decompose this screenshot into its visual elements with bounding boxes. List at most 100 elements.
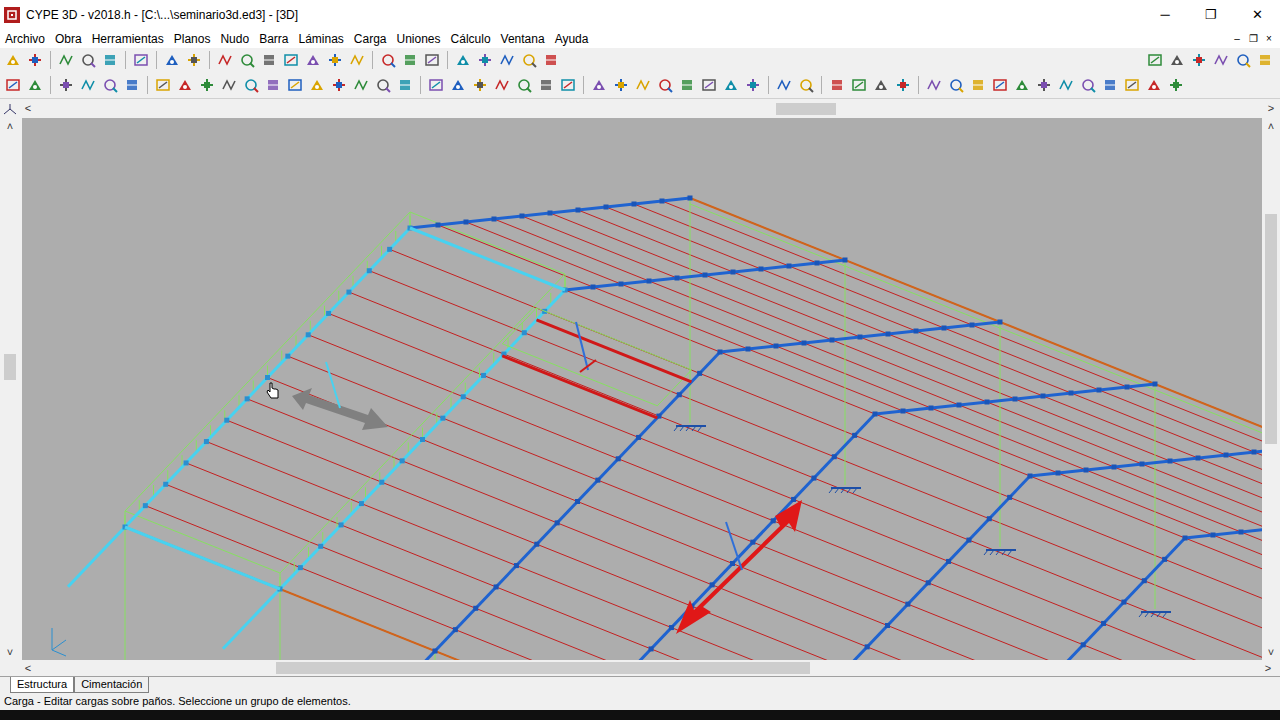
toolbar-tool-icon[interactable]	[425, 74, 447, 96]
bottom-scrollbar[interactable]: <>	[0, 660, 1280, 676]
3d-viewport[interactable]	[22, 118, 1262, 660]
toolbar-tool-icon[interactable]	[967, 74, 989, 96]
toolbar-tool-icon[interactable]	[399, 49, 421, 71]
toolbar-tool-icon[interactable]	[2, 49, 24, 71]
scroll-left-button[interactable]: <	[20, 660, 36, 677]
toolbar-tool-icon[interactable]	[870, 74, 892, 96]
toolbar-tool-icon[interactable]	[496, 49, 518, 71]
tab[interactable]: Cimentación	[74, 677, 149, 693]
menu-item[interactable]: Ayuda	[550, 31, 594, 47]
toolbar-tool-icon[interactable]	[742, 74, 764, 96]
toolbar-tool-icon[interactable]	[632, 74, 654, 96]
toolbar-tool-icon[interactable]	[588, 74, 610, 96]
toolbar-tool-icon[interactable]	[1099, 74, 1121, 96]
toolbar-tool-icon[interactable]	[1254, 49, 1276, 71]
toolbar-tool-icon[interactable]	[1055, 74, 1077, 96]
menu-item[interactable]: Carga	[349, 31, 392, 47]
close-button[interactable]: ✕	[1234, 0, 1280, 30]
document-control-button[interactable]: ×	[1262, 32, 1276, 46]
toolbar-tool-icon[interactable]	[306, 74, 328, 96]
toolbar-tool-icon[interactable]	[236, 49, 258, 71]
toolbar-tool-icon[interactable]	[218, 74, 240, 96]
menu-item[interactable]: Nudo	[215, 31, 254, 47]
toolbar-tool-icon[interactable]	[394, 74, 416, 96]
toolbar-tool-icon[interactable]	[174, 74, 196, 96]
toolbar-tool-icon[interactable]	[324, 49, 346, 71]
right-scrollbar[interactable]: ˄˅	[1262, 118, 1280, 660]
toolbar-tool-icon[interactable]	[421, 49, 443, 71]
scrollbar-thumb[interactable]	[4, 354, 16, 380]
toolbar-tool-icon[interactable]	[989, 74, 1011, 96]
toolbar-tool-icon[interactable]	[161, 49, 183, 71]
toolbar-tool-icon[interactable]	[1143, 74, 1165, 96]
toolbar-tool-icon[interactable]	[1188, 49, 1210, 71]
toolbar-tool-icon[interactable]	[328, 74, 350, 96]
menu-item[interactable]: Herramientas	[87, 31, 169, 47]
scrollbar-track[interactable]	[3, 134, 17, 644]
document-control-button[interactable]: –	[1230, 32, 1244, 46]
scrollbar-track[interactable]	[36, 661, 1256, 675]
toolbar-tool-icon[interactable]	[302, 49, 324, 71]
toolbar-tool-icon[interactable]	[196, 74, 218, 96]
toolbar-tool-icon[interactable]	[24, 49, 46, 71]
toolbar-tool-icon[interactable]	[698, 74, 720, 96]
toolbar-tool-icon[interactable]	[848, 74, 870, 96]
toolbar-tool-icon[interactable]	[183, 49, 205, 71]
toolbar-tool-icon[interactable]	[1166, 49, 1188, 71]
toolbar-tool-icon[interactable]	[121, 74, 143, 96]
toolbar-tool-icon[interactable]	[372, 74, 394, 96]
toolbar-tool-icon[interactable]	[826, 74, 848, 96]
toolbar-tool-icon[interactable]	[1121, 74, 1143, 96]
menu-item[interactable]: Archivo	[0, 31, 50, 47]
toolbar-tool-icon[interactable]	[284, 74, 306, 96]
toolbar-tool-icon[interactable]	[518, 49, 540, 71]
toolbar-tool-icon[interactable]	[1011, 74, 1033, 96]
maximize-button[interactable]: ❐	[1188, 0, 1234, 30]
scrollbar-thumb[interactable]	[776, 103, 836, 115]
toolbar-tool-icon[interactable]	[152, 74, 174, 96]
toolbar-tool-icon[interactable]	[1232, 49, 1254, 71]
scrollbar-track[interactable]	[1264, 134, 1278, 644]
toolbar-tool-icon[interactable]	[350, 74, 372, 96]
scroll-down-button[interactable]: ˅	[7, 644, 13, 660]
toolbar-tool-icon[interactable]	[258, 49, 280, 71]
toolbar-tool-icon[interactable]	[535, 74, 557, 96]
toolbar-tool-icon[interactable]	[654, 74, 676, 96]
menu-item[interactable]: Obra	[50, 31, 87, 47]
toolbar-tool-icon[interactable]	[99, 49, 121, 71]
axis-view-icon[interactable]	[0, 100, 20, 118]
toolbar-tool-icon[interactable]	[1165, 74, 1187, 96]
toolbar-tool-icon[interactable]	[540, 49, 562, 71]
toolbar-tool-icon[interactable]	[795, 74, 817, 96]
toolbar-tool-icon[interactable]	[452, 49, 474, 71]
structure-model[interactable]	[22, 118, 1262, 660]
toolbar-tool-icon[interactable]	[469, 74, 491, 96]
toolbar-tool-icon[interactable]	[610, 74, 632, 96]
toolbar-tool-icon[interactable]	[77, 49, 99, 71]
scrollbar-thumb[interactable]	[1265, 214, 1277, 444]
toolbar-tool-icon[interactable]	[346, 49, 368, 71]
toolbar-tool-icon[interactable]	[55, 74, 77, 96]
menu-item[interactable]: Cálculo	[446, 31, 496, 47]
menu-item[interactable]: Uniones	[392, 31, 446, 47]
scroll-down-button[interactable]: ˅	[1268, 644, 1274, 660]
toolbar-tool-icon[interactable]	[24, 74, 46, 96]
scroll-up-button[interactable]: ˄	[7, 118, 13, 134]
scroll-left-button[interactable]: <	[20, 100, 36, 117]
toolbar-tool-icon[interactable]	[262, 74, 284, 96]
scroll-up-button[interactable]: ˄	[1268, 118, 1274, 134]
toolbar-tool-icon[interactable]	[240, 74, 262, 96]
toolbar-tool-icon[interactable]	[491, 74, 513, 96]
scrollbar-thumb[interactable]	[276, 662, 810, 674]
toolbar-tool-icon[interactable]	[892, 74, 914, 96]
toolbar-tool-icon[interactable]	[1077, 74, 1099, 96]
toolbar-tool-icon[interactable]	[720, 74, 742, 96]
menu-item[interactable]: Ventana	[496, 31, 550, 47]
toolbar-tool-icon[interactable]	[447, 74, 469, 96]
toolbar-tool-icon[interactable]	[676, 74, 698, 96]
toolbar-tool-icon[interactable]	[55, 49, 77, 71]
toolbar-tool-icon[interactable]	[77, 74, 99, 96]
toolbar-tool-icon[interactable]	[130, 49, 152, 71]
toolbar-tool-icon[interactable]	[945, 74, 967, 96]
scroll-right-button[interactable]: >	[1256, 660, 1280, 677]
